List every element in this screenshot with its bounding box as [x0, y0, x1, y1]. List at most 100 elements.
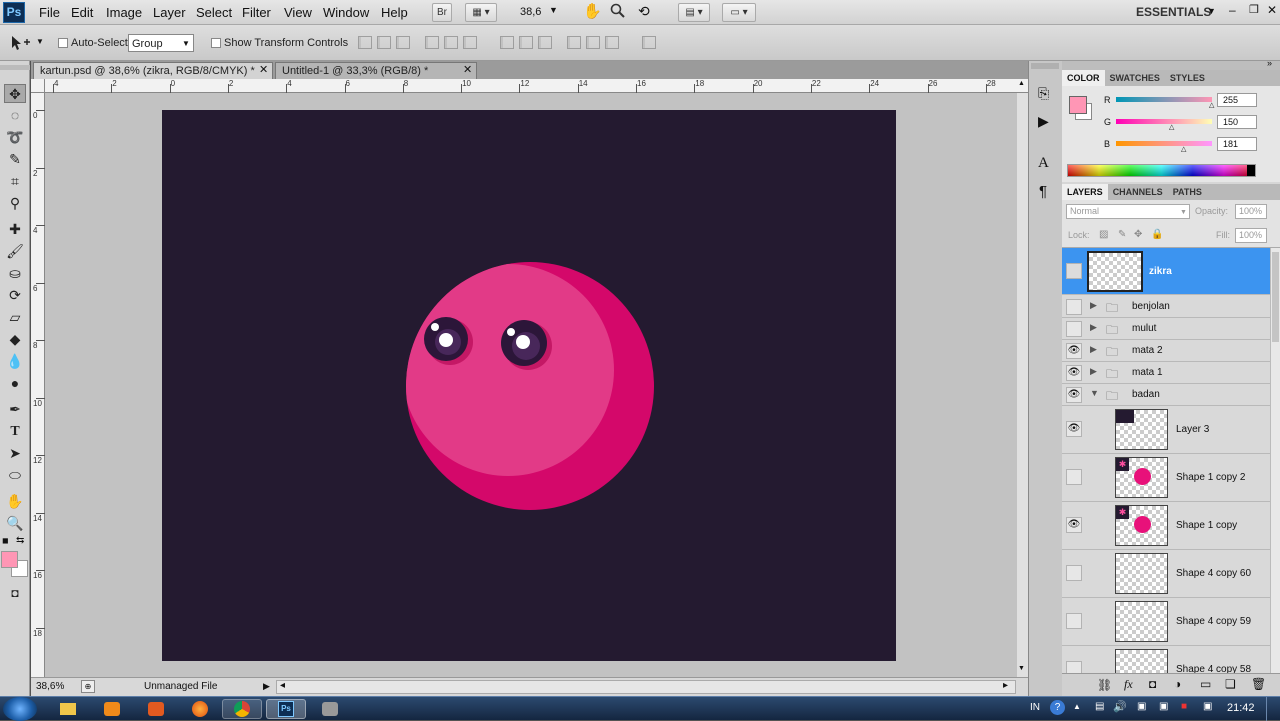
screen-mode-button[interactable]: ▭ ▾ [722, 3, 756, 22]
visibility-toggle[interactable] [1066, 613, 1082, 629]
taskbar-firefox[interactable] [180, 699, 220, 719]
layer-name[interactable]: badan [1132, 389, 1160, 400]
delete-layer-icon[interactable]: 🗑 [1251, 677, 1266, 691]
actions-panel-icon[interactable]: ▶ [1038, 113, 1049, 130]
scroll-up-icon[interactable]: ▲ [1018, 80, 1025, 87]
taskbar-chrome[interactable] [222, 699, 262, 719]
black-swatch[interactable] [1247, 165, 1255, 176]
brush-tool-icon[interactable]: 🖌 [4, 242, 26, 261]
scrollbar-thumb[interactable] [1272, 252, 1279, 342]
slider-handle-icon[interactable]: △ [1181, 145, 1186, 153]
close-icon[interactable]: ✕ [1267, 3, 1277, 17]
pen-tool-icon[interactable]: ✒ [4, 400, 26, 419]
eye-icon[interactable]: 👁 [1066, 343, 1082, 359]
move-tool-icon[interactable]: ✥ [4, 84, 26, 103]
eye-icon[interactable]: 👁 [1066, 365, 1082, 381]
status-menu-arrow-icon[interactable]: ▶ [263, 681, 270, 692]
taskbar-app-7[interactable] [310, 699, 350, 719]
r-value-field[interactable]: 255 [1217, 93, 1257, 107]
taskbar-photoshop[interactable]: Ps [266, 699, 306, 719]
b-value-field[interactable]: 181 [1217, 137, 1257, 151]
crop-tool-icon[interactable]: ⌗ [4, 172, 26, 191]
distribute-bottom-icon[interactable] [538, 36, 552, 49]
zoom-tool-icon[interactable]: 🔍 [4, 514, 26, 533]
auto-select-checkbox[interactable] [58, 38, 68, 48]
menu-edit[interactable]: Edit [71, 5, 93, 20]
canvas-horizontal-scrollbar[interactable]: ◂ ▸ [276, 680, 1016, 694]
menu-layer[interactable]: Layer [153, 5, 186, 20]
blur-tool-icon[interactable]: 💧 [4, 352, 26, 371]
move-tool-preset-icon[interactable] [9, 34, 31, 52]
tab-untitled-1[interactable]: Untitled-1 @ 33,3% (RGB/8) * [275, 62, 477, 79]
distribute-top-icon[interactable] [500, 36, 514, 49]
ellipse-shape-tool-icon[interactable]: ⬭ [4, 466, 26, 485]
marquee-tool-icon[interactable]: ◌ [4, 106, 26, 125]
quick-mask-icon[interactable]: ◘ [4, 584, 26, 603]
visibility-toggle[interactable] [1066, 565, 1082, 581]
g-value-field[interactable]: 150 [1217, 115, 1257, 129]
layer-style-icon[interactable]: fx [1124, 677, 1133, 692]
swap-colors-icon[interactable]: ⇆ [16, 535, 24, 546]
distribute-right-icon[interactable] [605, 36, 619, 49]
menu-view[interactable]: View [284, 5, 312, 20]
restore-icon[interactable]: ❐ [1249, 3, 1259, 16]
lock-position-icon[interactable]: ✥ [1134, 229, 1142, 240]
layer-row-shape-4-copy-60[interactable]: Shape 4 copy 60 [1062, 550, 1280, 598]
network-icon[interactable]: ▤ [1095, 701, 1104, 712]
menu-image[interactable]: Image [106, 5, 142, 20]
paint-bucket-tool-icon[interactable]: ◆ [4, 330, 26, 349]
menu-window[interactable]: Window [323, 5, 369, 20]
tab-layers[interactable]: LAYERS [1062, 184, 1108, 200]
lock-all-icon[interactable]: 🔒 [1151, 229, 1163, 240]
collapse-panels-icon[interactable]: » [1267, 58, 1272, 68]
eye-icon[interactable]: 👁 [1066, 387, 1082, 403]
layer-row-shape-4-copy-59[interactable]: Shape 4 copy 59 [1062, 598, 1280, 646]
vertical-ruler[interactable]: 0 2 4 6 8 10 12 14 16 18 [31, 93, 45, 677]
tab-color[interactable]: COLOR [1062, 70, 1105, 86]
zoom-percentage-field[interactable]: 38,6% [36, 681, 64, 692]
horizontal-ruler[interactable]: 4 2 0 2 4 6 8 10 12 14 16 18 20 22 24 26 28 [45, 79, 1028, 93]
distribute-vcenter-icon[interactable] [519, 36, 533, 49]
photoshop-logo[interactable]: Ps [3, 2, 25, 23]
clock[interactable]: 21:42 [1227, 702, 1255, 714]
expand-arrow-icon[interactable]: ▶ [1090, 366, 1097, 377]
layer-name[interactable]: Shape 1 copy 2 [1176, 472, 1246, 483]
auto-align-layers-icon[interactable] [642, 36, 656, 49]
canvas-vertical-scrollbar[interactable]: ▲ ▼ [1017, 80, 1028, 677]
b-slider[interactable] [1116, 141, 1212, 146]
layer-name[interactable]: Shape 4 copy 58 [1176, 664, 1251, 673]
tab-channels[interactable]: CHANNELS [1108, 184, 1168, 200]
lasso-tool-icon[interactable]: ➰ [4, 128, 26, 147]
new-group-icon[interactable]: ▭ [1200, 677, 1211, 691]
arrange-documents-button[interactable]: ▤ ▾ [678, 3, 710, 22]
link-layers-icon[interactable]: ⛓ [1097, 678, 1112, 692]
layer-row-mulut[interactable]: ▶ 🗀 mulut [1062, 318, 1280, 340]
fill-field[interactable]: 100% [1235, 228, 1267, 243]
layer-name[interactable]: benjolan [1132, 301, 1170, 312]
menu-filter[interactable]: Filter [242, 5, 271, 20]
show-hidden-icons-icon[interactable]: ▲ [1073, 702, 1081, 711]
scroll-right-icon[interactable]: ▸ [1003, 680, 1008, 691]
workspace-switcher[interactable]: ESSENTIALS [1136, 5, 1211, 19]
close-icon[interactable]: ✕ [463, 63, 472, 76]
layer-row-zikra[interactable]: zikra [1062, 248, 1280, 295]
eye-icon[interactable]: 👁 [1066, 517, 1082, 533]
layer-row-shape-4-copy-58[interactable]: Shape 4 copy 58 [1062, 646, 1280, 673]
document-canvas[interactable] [162, 110, 896, 661]
layer-row-layer-3[interactable]: 👁 Layer 3 [1062, 406, 1280, 454]
slider-handle-icon[interactable]: △ [1209, 101, 1214, 109]
taskbar-media-player[interactable] [92, 699, 132, 719]
layer-name[interactable]: mulut [1132, 323, 1156, 334]
color-spectrum-ramp[interactable] [1067, 164, 1256, 177]
layer-name[interactable]: Shape 4 copy 59 [1176, 616, 1251, 627]
start-button[interactable] [3, 697, 37, 721]
hand-tool-icon[interactable]: ✋ [4, 492, 26, 511]
healing-brush-tool-icon[interactable]: ✚ [4, 220, 26, 239]
tray-icon[interactable]: ▣ [1137, 701, 1146, 712]
scroll-left-icon[interactable]: ◂ [280, 680, 285, 691]
status-options-icon[interactable]: ⊕ [81, 680, 95, 693]
layer-name[interactable]: zikra [1149, 266, 1172, 277]
help-icon[interactable]: ? [1050, 700, 1065, 715]
chevron-down-icon[interactable]: ▼ [1207, 6, 1216, 16]
layers-scrollbar[interactable] [1270, 248, 1280, 673]
